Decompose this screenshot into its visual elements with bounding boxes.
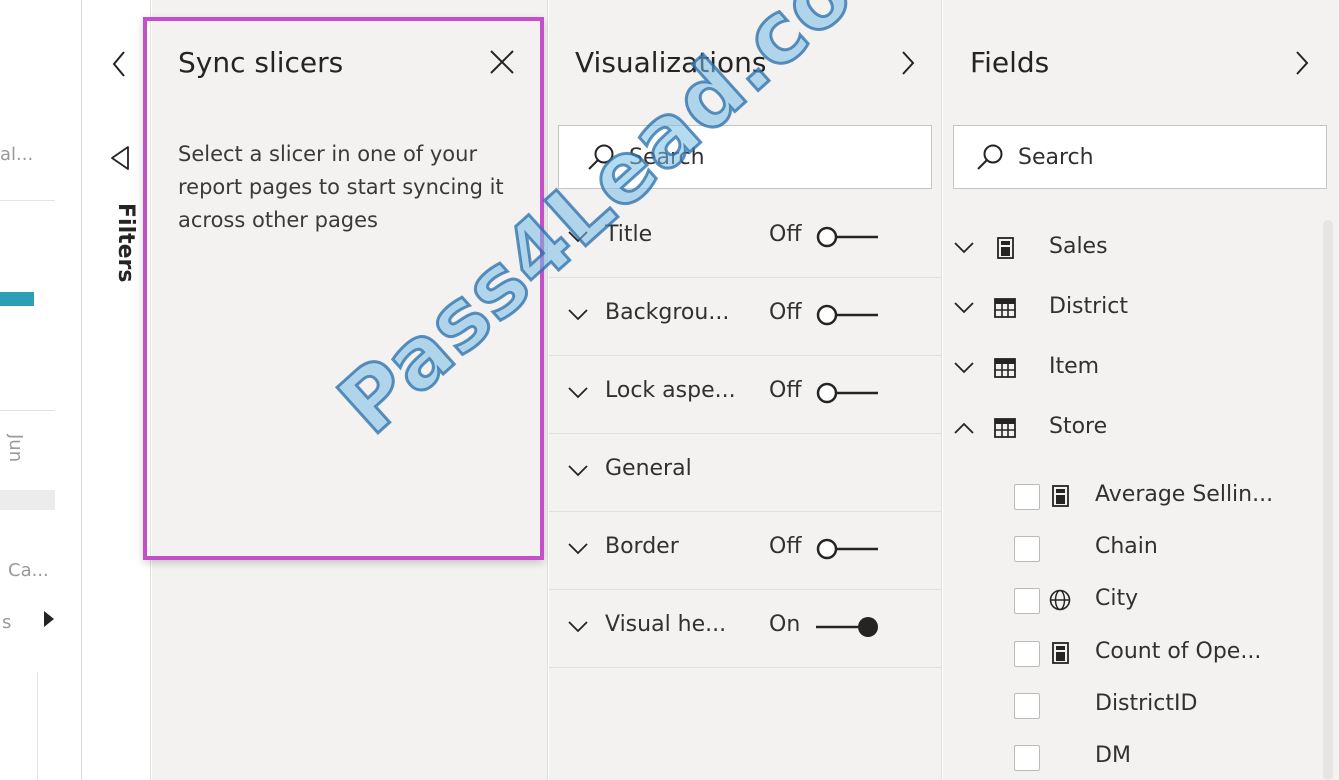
field-item[interactable]: Count of Ope... bbox=[1014, 633, 1314, 673]
play-icon[interactable] bbox=[44, 611, 54, 627]
close-icon[interactable] bbox=[486, 46, 518, 78]
field-item[interactable]: DistrictID bbox=[1014, 685, 1314, 725]
search-icon bbox=[977, 144, 1003, 170]
canvas-divider bbox=[0, 410, 55, 411]
canvas-divider bbox=[0, 200, 55, 201]
field-label: Count of Ope... bbox=[1095, 639, 1262, 664]
chevron-right-icon[interactable] bbox=[896, 46, 920, 80]
fields-title: Fields bbox=[970, 46, 1050, 79]
canvas-text-fragment: Jun bbox=[5, 434, 26, 463]
toggle-off[interactable] bbox=[812, 381, 882, 405]
toggle-off[interactable] bbox=[812, 537, 882, 561]
format-row-general[interactable]: General bbox=[549, 434, 942, 512]
calculator-table-icon bbox=[997, 237, 1014, 259]
chevron-down-icon bbox=[954, 302, 974, 314]
field-label: Average Sellin... bbox=[1095, 482, 1274, 507]
chevron-down-icon bbox=[954, 362, 974, 374]
table-item-district[interactable]: District bbox=[953, 288, 1293, 328]
table-item-item[interactable]: Item bbox=[953, 348, 1293, 388]
format-row-label: Title bbox=[605, 222, 653, 247]
format-row-title[interactable]: Title Off bbox=[549, 200, 942, 278]
field-checkbox[interactable] bbox=[1014, 536, 1040, 562]
canvas-text-fragment: s bbox=[2, 612, 12, 633]
format-options-list: Title Off Backgrou... Off Lock aspe... O… bbox=[549, 200, 942, 668]
format-row-label: Lock aspe... bbox=[605, 378, 736, 403]
canvas-text-fragment: Ca... bbox=[8, 560, 49, 581]
chevron-down-icon bbox=[568, 543, 588, 555]
field-item[interactable]: Chain bbox=[1014, 528, 1314, 568]
fields-search[interactable] bbox=[953, 125, 1327, 189]
canvas-gray-bar bbox=[0, 490, 55, 510]
toggle-state-label: Off bbox=[769, 300, 802, 325]
toggle-state-label: Off bbox=[769, 222, 802, 247]
table-item-sales[interactable]: Sales bbox=[953, 228, 1293, 268]
search-icon bbox=[588, 144, 614, 170]
toggle-off[interactable] bbox=[812, 225, 882, 249]
field-checkbox[interactable] bbox=[1014, 641, 1040, 667]
sync-slicers-description: Select a slicer in one of your report pa… bbox=[178, 142, 504, 232]
table-item-store[interactable]: Store bbox=[953, 408, 1293, 448]
filters-label[interactable]: Filters bbox=[113, 203, 138, 283]
chevron-right-icon[interactable] bbox=[1290, 46, 1314, 80]
report-canvas-edge: al... Jun Ca... s bbox=[0, 0, 82, 780]
format-row-background[interactable]: Backgrou... Off bbox=[549, 278, 942, 356]
chevron-up-icon bbox=[954, 422, 974, 434]
field-label: City bbox=[1095, 586, 1139, 611]
format-row-lock-aspect[interactable]: Lock aspe... Off bbox=[549, 356, 942, 434]
table-icon bbox=[994, 298, 1016, 318]
table-label: District bbox=[1049, 294, 1129, 319]
format-row-label: Backgrou... bbox=[605, 300, 730, 325]
table-icon bbox=[994, 418, 1016, 438]
sync-slicers-pane bbox=[152, 0, 548, 780]
field-label: Chain bbox=[1095, 534, 1158, 559]
table-label: Sales bbox=[1049, 234, 1108, 259]
table-icon bbox=[994, 358, 1016, 378]
format-row-visual-header[interactable]: Visual he... On bbox=[549, 590, 942, 668]
format-row-label: Border bbox=[605, 534, 679, 559]
canvas-bar bbox=[0, 292, 34, 306]
visualizations-search-input[interactable] bbox=[629, 144, 889, 170]
field-checkbox[interactable] bbox=[1014, 745, 1040, 771]
field-item[interactable]: City bbox=[1014, 580, 1314, 620]
chevron-down-icon bbox=[568, 309, 588, 321]
field-label: DM bbox=[1095, 743, 1131, 768]
fields-search-input[interactable] bbox=[1018, 144, 1278, 170]
calculator-icon bbox=[1052, 485, 1069, 507]
format-row-border[interactable]: Border Off bbox=[549, 512, 942, 590]
calculator-icon bbox=[1052, 642, 1069, 664]
toggle-state-label: Off bbox=[769, 378, 802, 403]
sync-slicers-title: Sync slicers bbox=[178, 46, 344, 79]
chevron-left-icon[interactable] bbox=[105, 44, 133, 84]
field-item[interactable]: Average Sellin... bbox=[1014, 476, 1314, 516]
table-label: Store bbox=[1049, 414, 1108, 439]
canvas-text-fragment: al... bbox=[0, 144, 34, 165]
field-checkbox[interactable] bbox=[1014, 588, 1040, 614]
field-label: DistrictID bbox=[1095, 691, 1198, 716]
toggle-state-label: On bbox=[769, 612, 801, 637]
format-row-label: General bbox=[605, 456, 692, 481]
field-item[interactable]: DM bbox=[1014, 737, 1314, 777]
format-row-label: Visual he... bbox=[605, 612, 727, 637]
chevron-down-icon bbox=[568, 231, 588, 243]
field-checkbox[interactable] bbox=[1014, 484, 1040, 510]
toggle-on[interactable] bbox=[812, 615, 882, 639]
field-checkbox[interactable] bbox=[1014, 693, 1040, 719]
globe-icon bbox=[1049, 589, 1071, 611]
filter-icon bbox=[111, 146, 129, 170]
visualizations-title: Visualizations bbox=[575, 46, 767, 79]
chevron-down-icon bbox=[568, 387, 588, 399]
table-label: Item bbox=[1049, 354, 1100, 379]
chevron-down-icon bbox=[954, 242, 974, 254]
fields-scrollbar[interactable] bbox=[1323, 220, 1333, 780]
canvas-divider bbox=[37, 672, 38, 780]
toggle-off[interactable] bbox=[812, 303, 882, 327]
chevron-down-icon bbox=[568, 621, 588, 633]
chevron-down-icon bbox=[568, 465, 588, 477]
toggle-state-label: Off bbox=[769, 534, 802, 559]
visualizations-search[interactable] bbox=[558, 125, 932, 189]
filters-pane: Filters bbox=[83, 0, 151, 780]
